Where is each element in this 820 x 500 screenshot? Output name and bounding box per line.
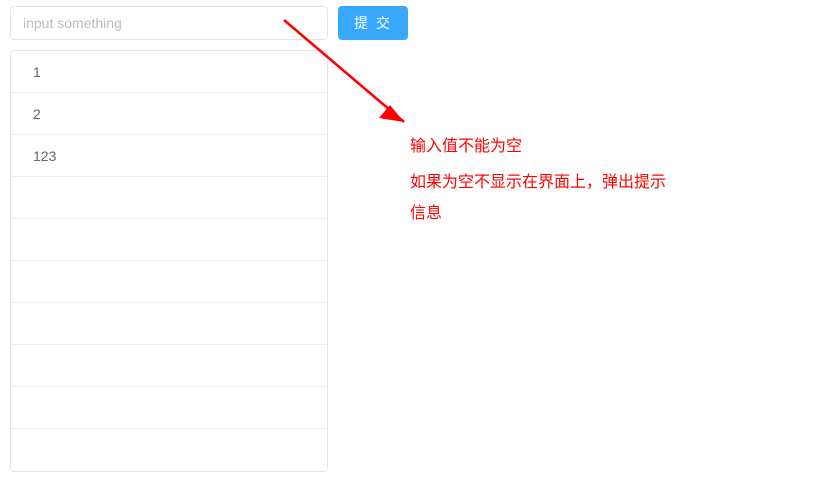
submit-button[interactable]: 提 交	[338, 6, 408, 40]
list-item	[11, 387, 327, 429]
main-input[interactable]	[10, 6, 328, 40]
item-list: 1 2 123	[10, 50, 328, 472]
list-item	[11, 219, 327, 261]
list-item	[11, 261, 327, 303]
list-item	[11, 177, 327, 219]
list-item	[11, 345, 327, 387]
annotation-line-2: 如果为空不显示在界面上，弹出提示信息	[410, 168, 680, 229]
input-row: 提 交	[10, 6, 810, 40]
list-item: 2	[11, 93, 327, 135]
list-item: 1	[11, 51, 327, 93]
annotation-text: 输入值不能为空 如果为空不显示在界面上，弹出提示信息	[410, 132, 680, 235]
list-item: 123	[11, 135, 327, 177]
list-item	[11, 303, 327, 345]
annotation-line-1: 输入值不能为空	[410, 132, 680, 162]
list-item	[11, 429, 327, 471]
